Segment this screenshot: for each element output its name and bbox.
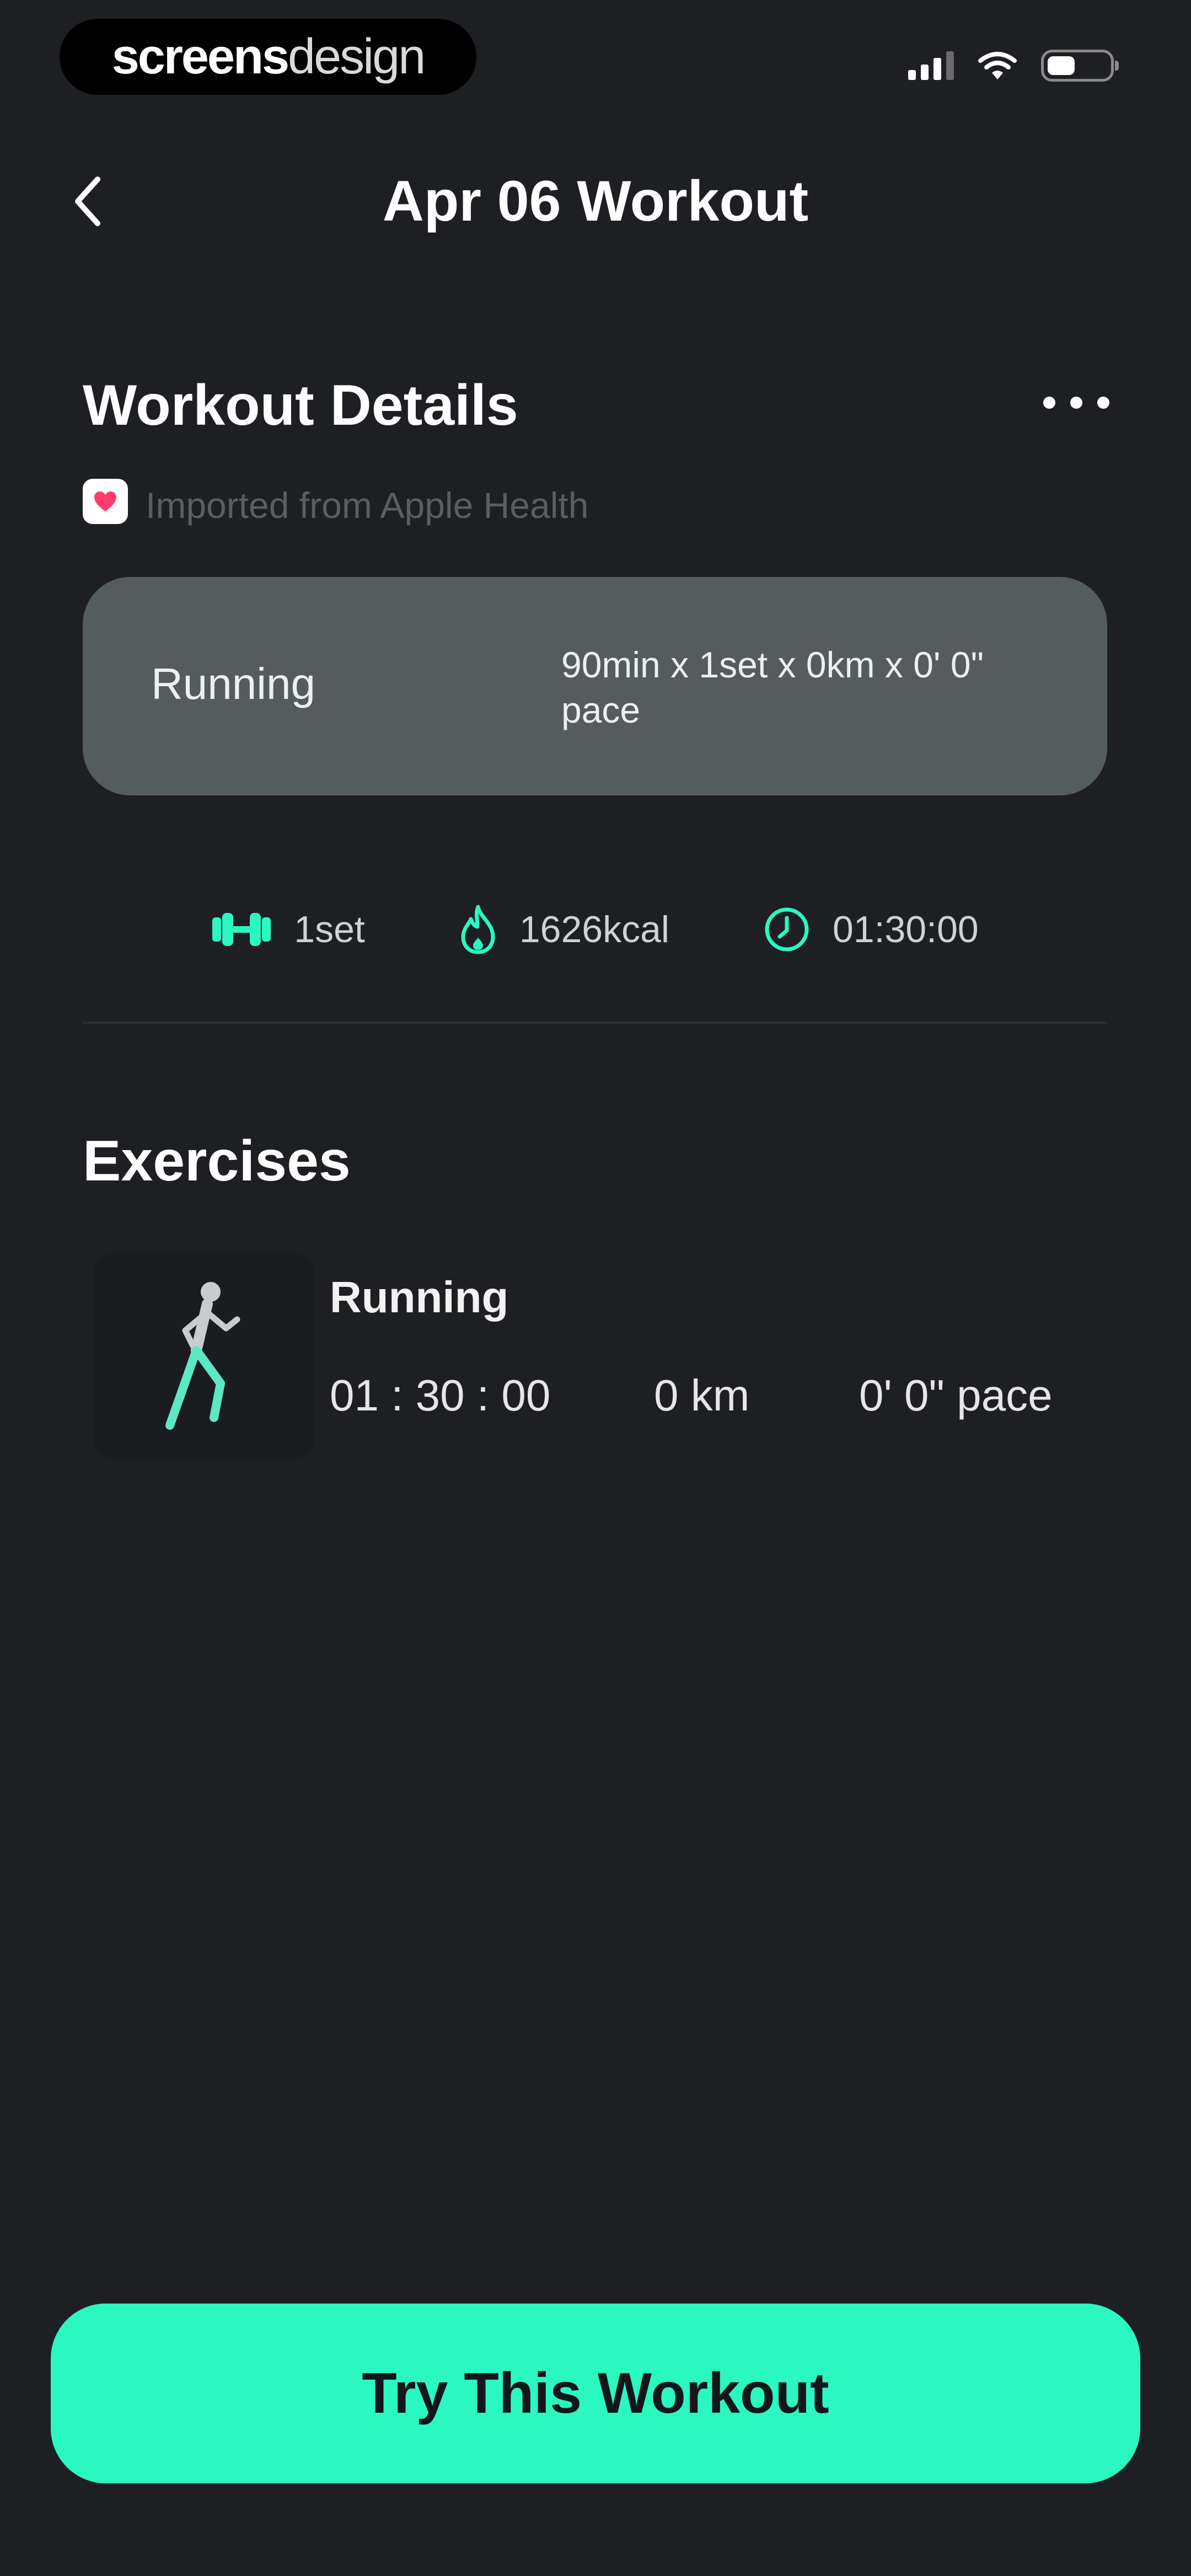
stat-sets: 1set bbox=[211, 908, 365, 951]
exercise-time: 01 : 30 : 00 bbox=[330, 1371, 551, 1420]
exercise-pace: 0' 0" pace bbox=[859, 1371, 1053, 1420]
sets-value: 1set bbox=[294, 908, 365, 950]
brand-primary: screens bbox=[111, 29, 289, 84]
exercises-title: Exercises bbox=[83, 1129, 351, 1193]
exercise-name: Running bbox=[330, 1273, 509, 1322]
apple-health-icon bbox=[83, 479, 128, 524]
dumbbell-icon bbox=[212, 913, 271, 946]
brand-secondary: design bbox=[288, 29, 426, 84]
wifi-icon bbox=[978, 52, 1017, 79]
workout-details-title: Workout Details bbox=[83, 373, 518, 437]
more-dots-icon bbox=[1043, 397, 1055, 409]
stat-duration: 01:30:00 bbox=[763, 906, 979, 953]
workout-stats: 1set 1626kcal 01:30:00 bbox=[83, 894, 1107, 965]
summary-description: 90min x 1set x 0km x 0' 0" pace bbox=[561, 644, 984, 730]
flame-icon bbox=[461, 905, 495, 954]
screensdesign-logo: screens design bbox=[60, 19, 476, 95]
section-divider bbox=[83, 1022, 1107, 1024]
exercise-distance: 0 km bbox=[654, 1371, 750, 1420]
calories-value: 1626kcal bbox=[519, 908, 670, 950]
status-icons bbox=[908, 50, 1119, 82]
exercise-list-item[interactable]: Running 01 : 30 : 00 0 km 0' 0" pace bbox=[83, 1236, 1107, 1478]
battery-icon bbox=[1041, 50, 1119, 82]
stat-calories: 1626kcal bbox=[459, 905, 669, 954]
running-figure-icon bbox=[165, 1282, 240, 1430]
duration-value: 01:30:00 bbox=[833, 908, 979, 950]
more-options-button[interactable] bbox=[1043, 386, 1109, 419]
page-title: Apr 06 Workout bbox=[382, 169, 809, 233]
signal-icon bbox=[908, 51, 954, 80]
import-source-text: Imported from Apple Health bbox=[146, 485, 589, 526]
clock-icon bbox=[765, 907, 809, 952]
summary-exercise-name: Running bbox=[151, 659, 316, 708]
exercise-thumbnail bbox=[94, 1251, 314, 1461]
try-this-workout-button[interactable]: Try This Workout bbox=[51, 2304, 1140, 2483]
workout-summary-card: Running 90min x 1set x 0km x 0' 0" pace bbox=[83, 577, 1107, 795]
